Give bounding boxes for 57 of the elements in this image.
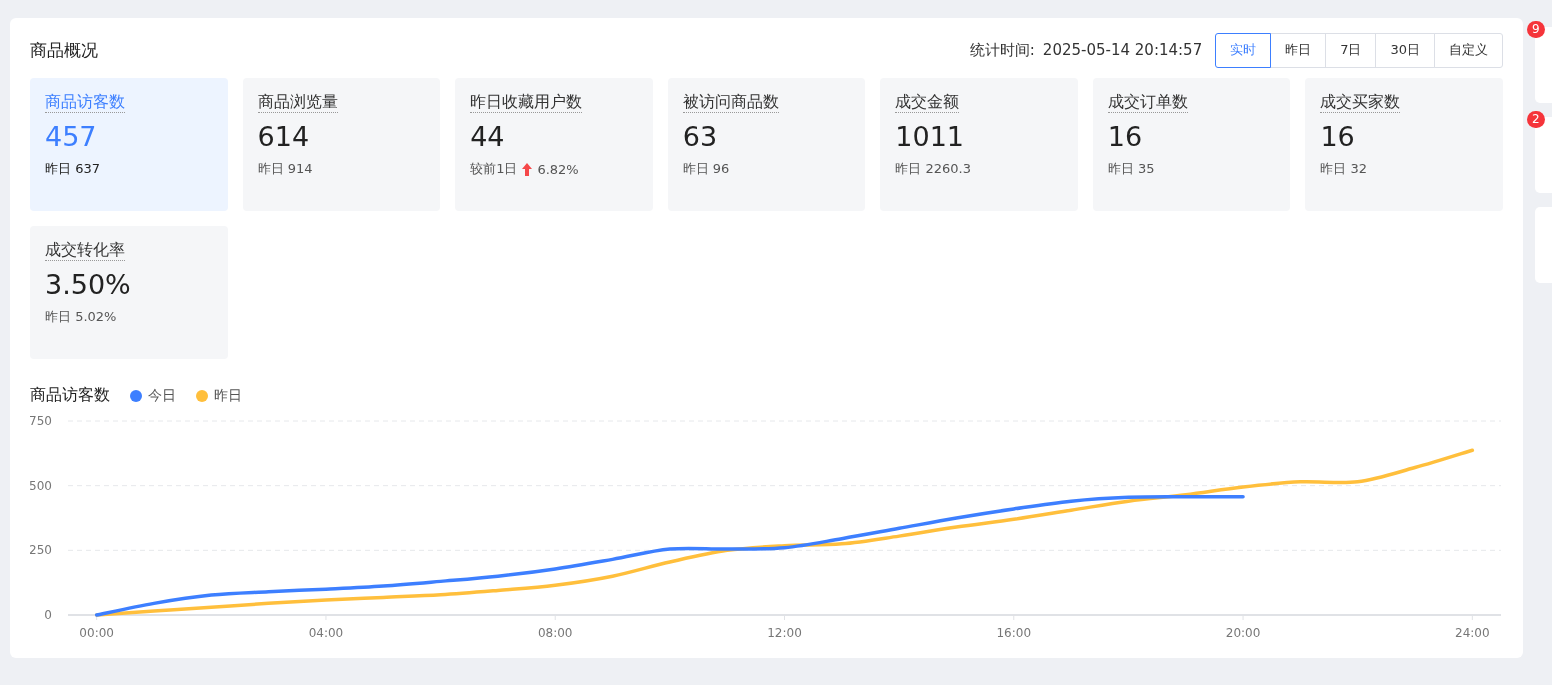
metric-label: 成交买家数	[1320, 92, 1401, 113]
compare-text: 昨日 96	[682, 160, 730, 178]
metric-label: 昨日收藏用户数	[470, 92, 583, 113]
x-tick-label: 12:00	[767, 626, 802, 640]
metric-tile[interactable]: 商品浏览量 614 昨日 914	[242, 78, 441, 211]
compare-text: 昨日 914	[257, 160, 313, 178]
section-title: 商品概况	[30, 38, 98, 62]
stat-time-label: 统计时间:	[969, 40, 1035, 60]
metric-value: 44	[470, 121, 505, 152]
metric-tile[interactable]: 成交金额 1011 昨日 2260.3	[880, 78, 1078, 211]
x-tick-label: 00:00	[79, 626, 114, 640]
count-badge: 2	[1527, 111, 1545, 128]
legend-label: 昨日	[214, 386, 242, 405]
y-tick-label: 750	[30, 414, 52, 428]
x-tick-label: 04:00	[308, 626, 344, 640]
metric-value: 1011	[895, 121, 964, 152]
metric-label: 成交转化率	[45, 240, 125, 261]
compare-text: 昨日 5.02%	[45, 308, 117, 326]
metric-tile[interactable]: 成交转化率 3.50% 昨日 5.02%	[30, 226, 228, 359]
metric-tile[interactable]: 昨日收藏用户数 44 较前1日 6.82%	[455, 78, 653, 211]
stat-time: 2025-05-14 20:14:57	[1042, 41, 1203, 59]
compare-text: 昨日 35	[1107, 160, 1155, 178]
metric-label: 成交订单数	[1107, 92, 1188, 113]
range-tab[interactable]: 自定义	[1434, 32, 1503, 68]
metric-value: 614	[257, 121, 310, 152]
compare-text: 昨日 637	[45, 160, 100, 178]
legend-label: 今日	[148, 386, 176, 405]
x-tick-label: 16:00	[996, 626, 1032, 640]
x-tick-label: 08:00	[537, 626, 573, 640]
metric-label: 被访问商品数	[682, 92, 779, 113]
metric-value: 457	[45, 121, 97, 152]
metric-value: 3.50%	[45, 269, 131, 300]
metric-tile[interactable]: 成交订单数 16 昨日 35	[1092, 78, 1291, 211]
y-tick-label: 250	[30, 543, 52, 558]
y-tick-label: 0	[44, 608, 52, 622]
metric-label: 商品访客数	[45, 92, 125, 113]
range-tab[interactable]: 30日	[1375, 32, 1435, 68]
x-tick-label: 20:00	[1225, 626, 1261, 640]
metric-tile[interactable]: 被访问商品数 63 昨日 96	[667, 78, 866, 211]
compare-text: 昨日 2260.3	[895, 160, 971, 178]
range-tab[interactable]: 实时	[1215, 32, 1272, 68]
metric-value: 16	[1107, 121, 1143, 152]
compare-text: 较前1日	[470, 160, 518, 178]
x-tick-label: 24:00	[1455, 626, 1490, 640]
metric-value: 63	[682, 121, 718, 152]
count-badge: 9	[1527, 21, 1545, 38]
chart-title: 商品访客数	[30, 385, 110, 406]
range-tab[interactable]: 昨日	[1270, 32, 1327, 68]
y-tick-label: 500	[30, 478, 52, 493]
change-text: 6.82%	[537, 161, 579, 177]
metric-value: 16	[1320, 121, 1355, 152]
metric-tile[interactable]: 商品访客数 457 昨日 637	[30, 78, 228, 211]
metric-tile[interactable]: 成交买家数 16 昨日 32	[1305, 78, 1503, 211]
metric-label: 成交金额	[895, 92, 960, 113]
compare-text: 昨日 32	[1320, 160, 1368, 178]
range-tab[interactable]: 7日	[1325, 32, 1377, 68]
metric-label: 商品浏览量	[257, 92, 338, 113]
